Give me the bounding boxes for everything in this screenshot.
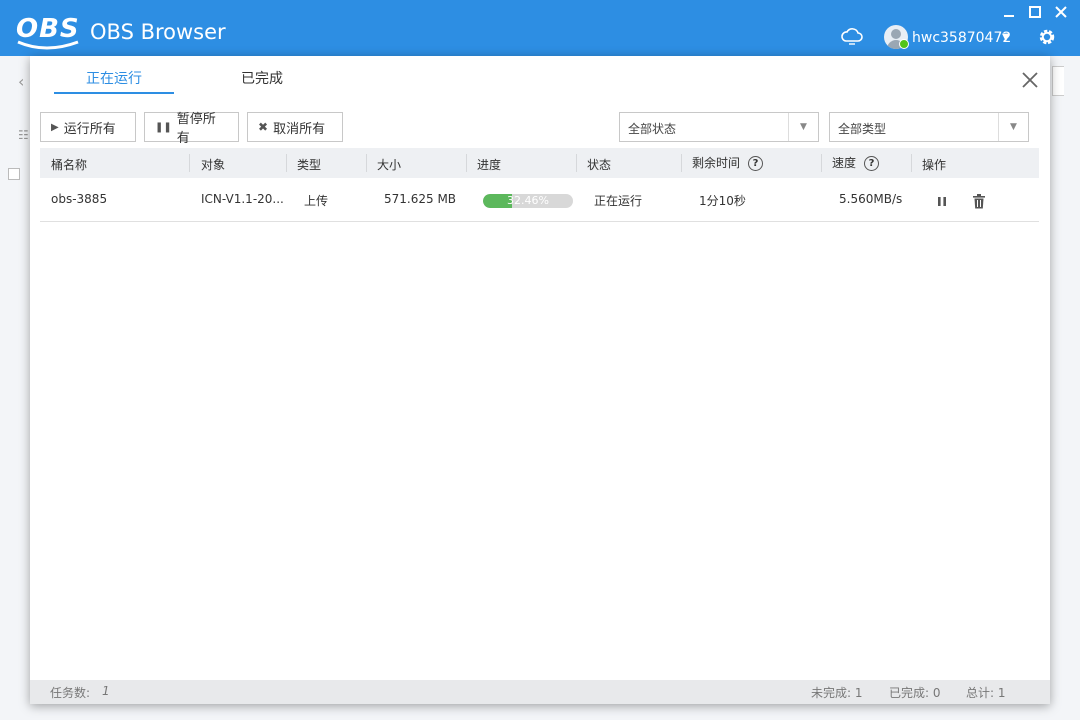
- logo-swoosh-icon: [17, 40, 79, 50]
- help-icon[interactable]: ?: [864, 156, 880, 171]
- run-all-label: 运行所有: [63, 121, 116, 137]
- pause-icon: ❚❚: [155, 121, 172, 133]
- task-table: 桶名称 对象 类型 大小 进度 状态 剩余时间? 速度? 操作 obs-3885: [40, 148, 1039, 222]
- status-filter-select[interactable]: 全部状态 ▼: [619, 112, 819, 142]
- column-header-type[interactable]: 类型: [297, 156, 321, 173]
- incomplete-count: 未完成: 1: [811, 686, 863, 700]
- column-divider: [681, 154, 682, 172]
- cell-type: 上传: [304, 194, 329, 208]
- back-arrow-icon: ‹: [18, 72, 25, 91]
- cell-speed: 5.560MB/s: [839, 192, 903, 206]
- title-bar: OBS OBS Browser hwc35870472 ▼: [0, 0, 1080, 56]
- toolbar: ▶ 运行所有 ❚❚ 暂停所有 ✖ 取消所有: [40, 112, 343, 146]
- maximize-icon: [1029, 6, 1041, 18]
- column-header-speed[interactable]: 速度?: [832, 154, 880, 171]
- caret-down-icon[interactable]: ▼: [1002, 32, 1010, 43]
- column-divider: [366, 154, 367, 172]
- column-header-status[interactable]: 状态: [587, 156, 611, 173]
- type-filter-select[interactable]: 全部类型 ▼: [829, 112, 1029, 142]
- pause-all-label: 暂停所有: [176, 112, 216, 146]
- column-header-remaining[interactable]: 剩余时间?: [692, 154, 764, 171]
- online-status-icon: [899, 39, 909, 49]
- play-icon: ▶: [51, 121, 59, 133]
- tab-bar: 正在运行 已完成: [54, 56, 322, 96]
- minimize-icon: [1004, 15, 1014, 17]
- table-row[interactable]: obs-3885 ICN-V1.1-20... 上传 571.625 MB 32…: [40, 178, 1039, 222]
- type-filter-value: 全部类型: [838, 122, 887, 136]
- minimize-button[interactable]: [998, 4, 1020, 20]
- pause-icon[interactable]: [937, 196, 947, 207]
- column-divider: [286, 154, 287, 172]
- cell-status: 正在运行: [594, 194, 643, 208]
- table-header: 桶名称 对象 类型 大小 进度 状态 剩余时间? 速度? 操作: [40, 148, 1039, 178]
- app-name: OBS Browser: [90, 20, 226, 44]
- column-header-bucket[interactable]: 桶名称: [51, 156, 87, 173]
- pause-all-button[interactable]: ❚❚ 暂停所有: [144, 112, 239, 146]
- task-count-value: 1: [102, 684, 110, 698]
- maximize-button[interactable]: [1024, 4, 1046, 20]
- trash-icon[interactable]: [972, 194, 986, 209]
- column-divider: [576, 154, 577, 172]
- close-icon[interactable]: [1020, 70, 1040, 90]
- gear-icon[interactable]: [1037, 27, 1057, 47]
- close-icon: [1055, 6, 1067, 18]
- progress-bar: 32.46%: [483, 194, 573, 208]
- help-icon[interactable]: ?: [748, 156, 764, 171]
- window-close-button[interactable]: [1050, 4, 1072, 20]
- status-footer: 任务数: 1 未完成: 1 已完成: 0 总计: 1: [30, 680, 1050, 704]
- task-manager-dialog: 正在运行 已完成 ▶ 运行所有 ❚❚ 暂停所有 ✖ 取消所有 全部状态 ▼ 全部…: [30, 56, 1050, 704]
- x-icon: ✖: [258, 120, 269, 134]
- cloud-icon[interactable]: [840, 26, 864, 46]
- cancel-all-label: 取消所有: [273, 121, 326, 137]
- task-count-label: 任务数:: [50, 686, 91, 700]
- obs-logo: OBS: [16, 14, 84, 54]
- status-filter-value: 全部状态: [628, 122, 677, 136]
- column-header-size[interactable]: 大小: [377, 156, 401, 173]
- total-count: 总计: 1: [966, 686, 1006, 700]
- column-header-actions: 操作: [922, 158, 947, 172]
- tab-completed[interactable]: 已完成: [202, 56, 322, 94]
- chevron-down-icon: ▼: [788, 113, 818, 141]
- chevron-down-icon: ▼: [998, 113, 1028, 141]
- column-divider: [189, 154, 190, 172]
- progress-label: 32.46%: [507, 194, 549, 207]
- background-checkbox: [8, 168, 20, 180]
- column-divider: [911, 154, 912, 172]
- cancel-all-button[interactable]: ✖ 取消所有: [247, 112, 343, 142]
- column-divider: [466, 154, 467, 172]
- column-header-progress[interactable]: 进度: [477, 156, 501, 173]
- completed-count: 已完成: 0: [889, 686, 941, 700]
- cell-remaining: 1分10秒: [699, 194, 746, 208]
- column-header-remaining-label: 剩余时间: [692, 156, 741, 170]
- username[interactable]: hwc35870472: [912, 30, 1011, 46]
- tab-running[interactable]: 正在运行: [54, 56, 174, 94]
- run-all-button[interactable]: ▶ 运行所有: [40, 112, 136, 142]
- list-view-icon: ☷: [18, 128, 29, 142]
- column-divider: [821, 154, 822, 172]
- cell-object: ICN-V1.1-20...: [201, 192, 284, 206]
- cell-size: 571.625 MB: [384, 192, 457, 206]
- background-search-box: [1052, 66, 1064, 96]
- column-header-speed-label: 速度: [832, 156, 857, 170]
- column-header-object[interactable]: 对象: [201, 156, 225, 173]
- window-controls: [998, 4, 1072, 20]
- cell-bucket: obs-3885: [51, 192, 108, 206]
